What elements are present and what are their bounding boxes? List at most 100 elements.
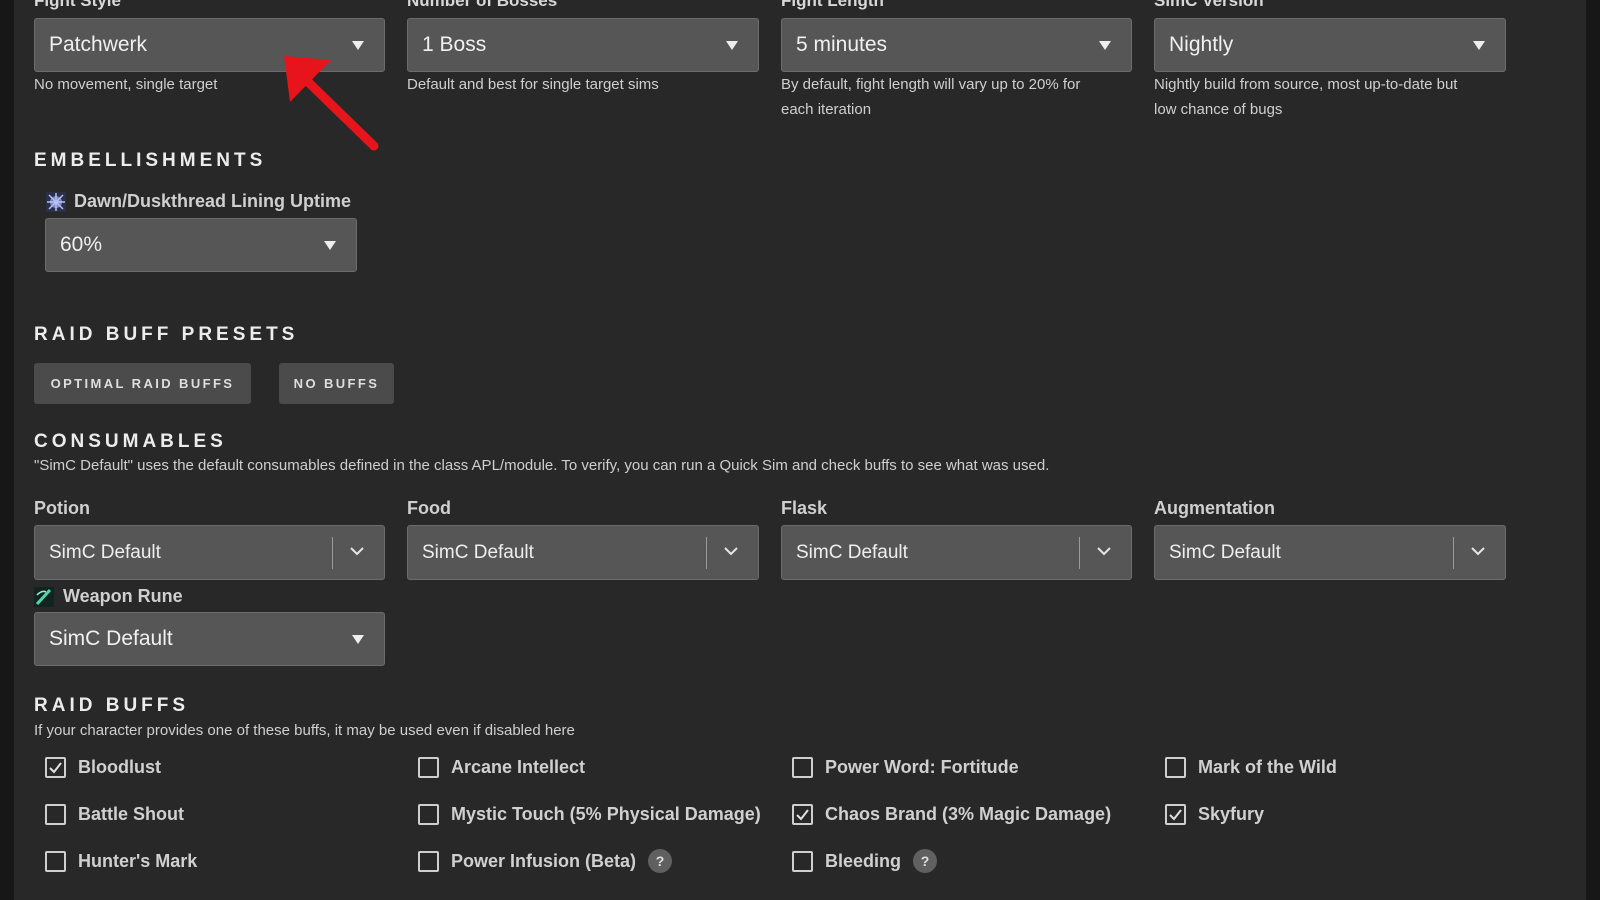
raid-buff-mark-of-the-wild[interactable]: Mark of the Wild: [1165, 754, 1337, 780]
select-separator: [1453, 537, 1454, 569]
help-icon[interactable]: ?: [648, 849, 673, 873]
raid-buffs-note: If your character provides one of these …: [34, 722, 575, 739]
fight-length-label: Fight Length: [781, 0, 884, 10]
sim-options-panel: Fight Style Patchwerk No movement, singl…: [14, 0, 1586, 900]
raid-buff-arcane-intellect[interactable]: Arcane Intellect: [418, 754, 585, 780]
checkbox-checked[interactable]: [45, 756, 66, 778]
caret-down-icon: [324, 241, 336, 250]
fight-length-select[interactable]: 5 minutes: [781, 18, 1132, 72]
raid-buff-label: Mark of the Wild: [1198, 756, 1337, 777]
raid-buff-label: Power Word: Fortitude: [825, 756, 1019, 777]
raid-buff-hunter-s-mark[interactable]: Hunter's Mark: [45, 848, 197, 874]
chevron-down-icon: [1471, 547, 1485, 556]
caret-down-icon: [1099, 41, 1111, 50]
fight-style-helper: No movement, single target: [34, 76, 218, 93]
chevron-down-icon: [1097, 547, 1111, 556]
select-separator: [332, 537, 333, 569]
food-label: Food: [407, 498, 451, 518]
raid-buff-label: Chaos Brand (3% Magic Damage): [825, 803, 1112, 824]
weapon-rune-select[interactable]: SimC Default: [34, 612, 385, 666]
help-icon[interactable]: ?: [913, 849, 938, 873]
checkbox-unchecked[interactable]: [45, 850, 66, 872]
potion-select[interactable]: SimC Default: [34, 525, 385, 580]
raid-buff-chaos-brand-3-magic-damage[interactable]: Chaos Brand (3% Magic Damage): [792, 801, 1111, 827]
fight-length-helper-line1: By default, fight length will vary up to…: [781, 76, 1081, 93]
check-icon: [796, 808, 809, 821]
checkbox-checked[interactable]: [792, 803, 813, 825]
fight-length-helper: By default, fight length will vary up to…: [781, 72, 1080, 122]
raid-buff-power-infusion-beta[interactable]: Power Infusion (Beta)?: [418, 848, 673, 874]
raid-buff-mystic-touch-5-physical-damage[interactable]: Mystic Touch (5% Physical Damage): [418, 801, 761, 827]
raid-buff-skyfury[interactable]: Skyfury: [1165, 801, 1264, 827]
augmentation-label: Augmentation: [1154, 498, 1275, 518]
food-value: SimC Default: [422, 541, 534, 563]
caret-down-icon: [726, 41, 738, 50]
number-of-bosses-helper: Default and best for single target sims: [407, 76, 659, 93]
food-select[interactable]: SimC Default: [407, 525, 759, 580]
lining-icon: [46, 192, 66, 212]
checkbox-unchecked[interactable]: [418, 756, 439, 778]
no-buffs-button[interactable]: NO BUFFS: [279, 363, 394, 404]
weapon-rune-value: SimC Default: [49, 627, 173, 650]
chevron-down-icon: [350, 547, 364, 556]
select-separator: [706, 537, 707, 569]
checkbox-unchecked[interactable]: [418, 850, 439, 872]
lining-uptime-label: Dawn/Duskthread Lining Uptime: [74, 191, 352, 211]
raid-buff-label: Bleeding: [825, 850, 902, 871]
embellishments-heading: EMBELLISHMENTS: [34, 150, 267, 171]
raid-buff-bleeding[interactable]: Bleeding?: [792, 848, 938, 874]
raid-buff-label: Power Infusion (Beta): [451, 850, 637, 871]
flask-value: SimC Default: [796, 541, 908, 563]
fight-length-helper-line2: each iteration: [781, 101, 872, 118]
simc-version-helper-line2: low chance of bugs: [1154, 101, 1283, 118]
flask-label: Flask: [781, 498, 828, 518]
chevron-down-icon: [724, 547, 738, 556]
fight-style-value: Patchwerk: [49, 33, 148, 56]
fight-length-value: 5 minutes: [796, 33, 888, 56]
checkbox-unchecked[interactable]: [418, 803, 439, 825]
weapon-rune-icon: [34, 587, 54, 607]
simc-version-helper: Nightly build from source, most up-to-da…: [1154, 72, 1457, 122]
potion-value: SimC Default: [49, 541, 161, 563]
checkbox-checked[interactable]: [1165, 803, 1186, 825]
check-icon: [1169, 808, 1182, 821]
consumables-heading: CONSUMABLES: [34, 431, 227, 452]
number-of-bosses-value: 1 Boss: [422, 33, 487, 56]
checkbox-unchecked[interactable]: [45, 803, 66, 825]
raid-buff-power-word-fortitude[interactable]: Power Word: Fortitude: [792, 754, 1019, 780]
flask-select[interactable]: SimC Default: [781, 525, 1132, 580]
check-icon: [49, 761, 62, 774]
optimal-raid-buffs-button[interactable]: OPTIMAL RAID BUFFS: [34, 363, 251, 404]
raid-buffs-heading: RAID BUFFS: [34, 695, 190, 716]
caret-down-icon: [352, 635, 364, 644]
augmentation-select[interactable]: SimC Default: [1154, 525, 1506, 580]
raid-buff-label: Bloodlust: [78, 756, 161, 777]
annotation-arrow-icon: [284, 56, 379, 151]
raid-buff-presets-heading: RAID BUFF PRESETS: [34, 324, 299, 345]
weapon-rune-label: Weapon Rune: [63, 586, 183, 606]
lining-uptime-value: 60%: [60, 233, 103, 256]
raid-buff-label: Arcane Intellect: [451, 756, 586, 777]
potion-label: Potion: [34, 498, 90, 518]
raid-buff-label: Battle Shout: [78, 803, 184, 824]
raid-buff-label: Skyfury: [1198, 803, 1265, 824]
caret-down-icon: [1473, 41, 1485, 50]
raid-buff-bloodlust[interactable]: Bloodlust: [45, 754, 161, 780]
raid-buff-label: Mystic Touch (5% Physical Damage): [451, 803, 761, 824]
simc-version-label: SimC Version: [1154, 0, 1264, 10]
simc-version-select[interactable]: Nightly: [1154, 18, 1506, 72]
augmentation-value: SimC Default: [1169, 541, 1281, 563]
lining-uptime-select[interactable]: 60%: [45, 218, 357, 272]
fight-style-label: Fight Style: [34, 0, 121, 10]
checkbox-unchecked[interactable]: [1165, 756, 1186, 778]
checkbox-unchecked[interactable]: [792, 756, 813, 778]
consumables-note: "SimC Default" uses the default consumab…: [34, 457, 1050, 474]
number-of-bosses-label: Number of Bosses: [407, 0, 558, 10]
select-separator: [1079, 537, 1080, 569]
simc-version-value: Nightly: [1169, 33, 1234, 56]
raid-buff-label: Hunter's Mark: [78, 850, 198, 871]
raid-buff-battle-shout[interactable]: Battle Shout: [45, 801, 184, 827]
simc-version-helper-line1: Nightly build from source, most up-to-da…: [1154, 76, 1458, 93]
checkbox-unchecked[interactable]: [792, 850, 813, 872]
number-of-bosses-select[interactable]: 1 Boss: [407, 18, 759, 72]
